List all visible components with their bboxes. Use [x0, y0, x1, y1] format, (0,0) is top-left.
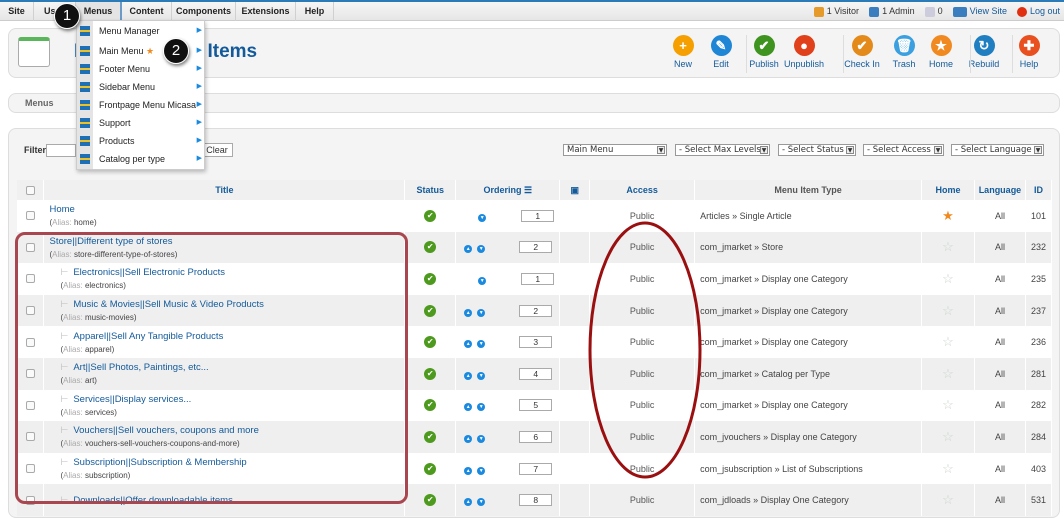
submenu-arrow-icon: ▶ — [196, 65, 202, 72]
menu-icon — [80, 154, 90, 164]
menu-item-catalog-per-type[interactable]: Catalog per type ▶ — [77, 150, 206, 168]
menu-icon — [80, 64, 90, 74]
menu-item-sidebar-menu[interactable]: Sidebar Menu ▶ — [77, 78, 206, 96]
menu-item-products[interactable]: Products ▶ — [77, 132, 206, 150]
menu-icon — [80, 82, 90, 92]
callout-2: 2 — [163, 38, 189, 64]
menu-icon — [80, 46, 90, 56]
menu-item-frontpage-menu-micasa[interactable]: Frontpage Menu Micasa ▶ — [77, 96, 206, 114]
menu-icon — [80, 26, 90, 36]
menu-icon — [80, 118, 90, 128]
submenu-arrow-icon: ▶ — [196, 137, 202, 144]
menu-item-footer-menu[interactable]: Footer Menu ▶ — [77, 60, 206, 78]
submenu-arrow-icon: ▶ — [196, 27, 202, 34]
default-star-icon: ★ — [146, 46, 155, 56]
submenu-arrow-icon: ▶ — [196, 83, 202, 90]
menu-icon — [80, 100, 90, 110]
callout-1: 1 — [54, 3, 80, 29]
menu-item-support[interactable]: Support ▶ — [77, 114, 206, 132]
menu-item-menu-manager[interactable]: Menu Manager ▶ — [77, 22, 206, 40]
submenu-arrow-icon: ▶ — [196, 101, 202, 108]
submenu-arrow-icon: ▶ — [196, 47, 202, 54]
submenu-arrow-icon: ▶ — [196, 155, 202, 162]
menu-icon — [80, 136, 90, 146]
submenu-arrow-icon: ▶ — [196, 119, 202, 126]
